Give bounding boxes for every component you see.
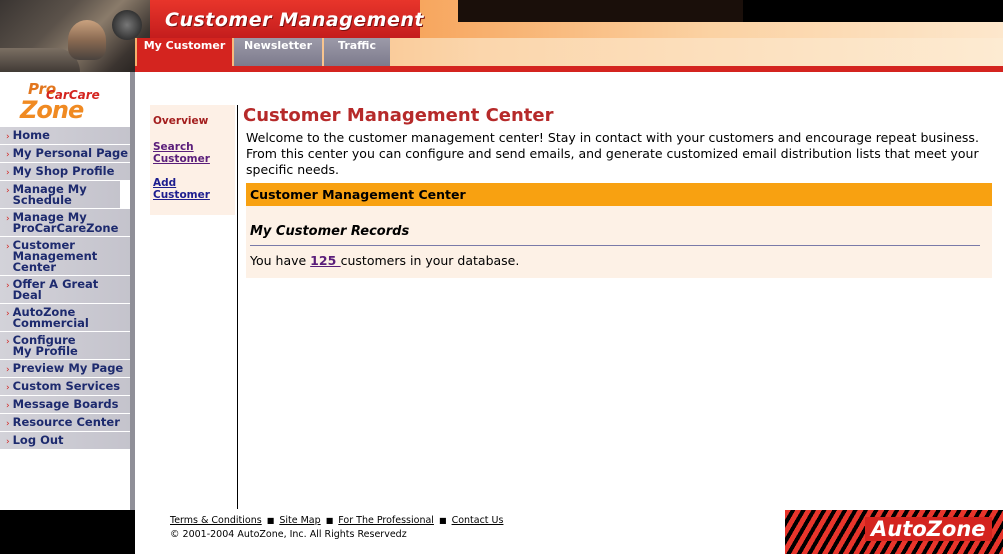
sidebar-nav: › Home › My Personal Page › My Shop Profile…	[0, 127, 132, 450]
arrow-icon: ›	[6, 437, 10, 447]
arrow-icon: ›	[6, 168, 10, 178]
sidebar-item-manage-my-procarcarezone[interactable]: › Manage My ProCarCareZone	[0, 209, 132, 237]
tab-traffic[interactable]: Traffic	[324, 38, 390, 66]
sidebar-item-label: AutoZone Commercial	[12, 305, 89, 330]
arrow-icon: ›	[6, 401, 10, 411]
sidebar-item-label: Message Boards	[12, 397, 119, 411]
sidebar-item-label: Configure My Profile	[12, 333, 78, 358]
add-customer-link[interactable]: Add Customer	[153, 177, 213, 201]
procarcarezone-logo[interactable]: Pro CarCare Zone	[0, 72, 132, 127]
arrow-icon: ›	[6, 186, 10, 196]
footer-links: Terms & Conditions ■ Site Map ■ For The …	[170, 515, 503, 526]
sidebar-item-configure-my-profile[interactable]: › Configure My Profile	[0, 332, 132, 360]
sidebar-item-label: Manage My ProCarCareZone	[12, 210, 119, 235]
arrow-icon: ›	[6, 281, 10, 291]
logo-zone-text: Zone	[20, 96, 84, 124]
sidebar-item-offer-a-great-deal[interactable]: › Offer A Great Deal	[0, 276, 132, 304]
sidebar-item-label: Customer Management Center	[12, 238, 98, 274]
records-prefix: You have	[250, 253, 311, 268]
header-black-panel	[743, 0, 1003, 22]
tab-newsletter[interactable]: Newsletter	[234, 38, 322, 66]
sidebar-item-autozone-commercial[interactable]: › AutoZone Commercial	[0, 304, 132, 332]
contact-us-link[interactable]: Contact Us	[452, 515, 504, 526]
footer: Terms & Conditions ■ Site Map ■ For The …	[135, 510, 1003, 554]
sidebar-item-label: Custom Services	[12, 379, 121, 393]
sidebar-item-label: Log Out	[12, 433, 64, 447]
autozone-logo-text: AutoZone	[865, 517, 992, 541]
sidebar-item-resource-center[interactable]: › Resource Center	[0, 414, 132, 432]
sidebar-item-manage-my-schedule[interactable]: › Manage My Schedule	[0, 181, 120, 209]
content-area: Customer Management Center Welcome to th…	[243, 105, 995, 278]
sidebar-item-preview-my-page[interactable]: › Preview My Page	[0, 360, 132, 378]
header-title: Customer Management	[165, 9, 424, 31]
arrow-icon: ›	[6, 419, 10, 429]
separator-icon: ■	[438, 516, 447, 525]
subnav-overview[interactable]: Overview	[153, 115, 233, 127]
separator-icon: ■	[266, 516, 275, 525]
vertical-divider	[237, 105, 238, 509]
sidebar-item-label: My Personal Page	[12, 146, 129, 160]
arrow-icon: ›	[6, 214, 10, 224]
copyright: © 2001-2004 AutoZone, Inc. All Rights Re…	[170, 529, 407, 540]
sidebar-item-label: Offer A Great Deal	[12, 277, 99, 302]
section-header: Customer Management Center	[246, 183, 992, 206]
tab-my-customer[interactable]: My Customer	[137, 38, 232, 66]
arrow-icon: ›	[6, 383, 10, 393]
sidebar-item-label: Resource Center	[12, 415, 120, 429]
customer-records-panel: My Customer Records You have 125 custome…	[246, 206, 992, 278]
sidebar-item-customer-management-center[interactable]: › Customer Management Center	[0, 237, 132, 276]
sidebar-item-label: My Shop Profile	[12, 164, 115, 178]
records-suffix: customers in your database.	[340, 253, 520, 268]
welcome-text: Welcome to the customer management cente…	[246, 130, 979, 177]
sidebar-item-custom-services[interactable]: › Custom Services	[0, 378, 132, 396]
records-heading: My Customer Records	[250, 224, 980, 246]
arrow-icon: ›	[6, 309, 10, 319]
search-customer-link[interactable]: Search Customer	[153, 141, 213, 165]
autozone-logo[interactable]: AutoZone	[785, 510, 1003, 554]
header: Customer Management My Customer Newslett…	[0, 0, 1003, 75]
sidebar-item-home[interactable]: › Home	[0, 127, 132, 145]
sidebar-item-label: Manage My Schedule	[12, 182, 87, 207]
page-title: Customer Management Center	[243, 105, 554, 126]
footer-left-spacer	[0, 510, 135, 554]
sub-navigation: Overview Search Customer Add Customer	[150, 105, 235, 215]
header-mechanic-photo	[0, 0, 150, 75]
sidebar-item-my-shop-profile[interactable]: › My Shop Profile	[0, 163, 132, 181]
sidebar-item-label: Home	[12, 128, 50, 142]
arrow-icon: ›	[6, 242, 10, 252]
arrow-icon: ›	[6, 150, 10, 160]
records-summary: You have 125 customers in your database.	[250, 253, 986, 268]
main-panel: Overview Search Customer Add Customer Cu…	[135, 72, 1003, 510]
sidebar-item-message-boards[interactable]: › Message Boards	[0, 396, 132, 414]
sidebar-item-label: Preview My Page	[12, 361, 124, 375]
arrow-icon: ›	[6, 365, 10, 375]
sidebar-item-log-out[interactable]: › Log Out	[0, 432, 132, 450]
for-the-professional-link[interactable]: For The Professional	[338, 515, 434, 526]
arrow-icon: ›	[6, 337, 10, 347]
separator-icon: ■	[325, 516, 334, 525]
site-map-link[interactable]: Site Map	[279, 515, 320, 526]
sidebar: Pro CarCare Zone › Home › My Personal Page…	[0, 72, 132, 510]
customer-count-link[interactable]: 125	[310, 253, 340, 268]
arrow-icon: ›	[6, 132, 10, 142]
sidebar-item-my-personal-page[interactable]: › My Personal Page	[0, 145, 132, 163]
terms-link[interactable]: Terms & Conditions	[170, 515, 262, 526]
